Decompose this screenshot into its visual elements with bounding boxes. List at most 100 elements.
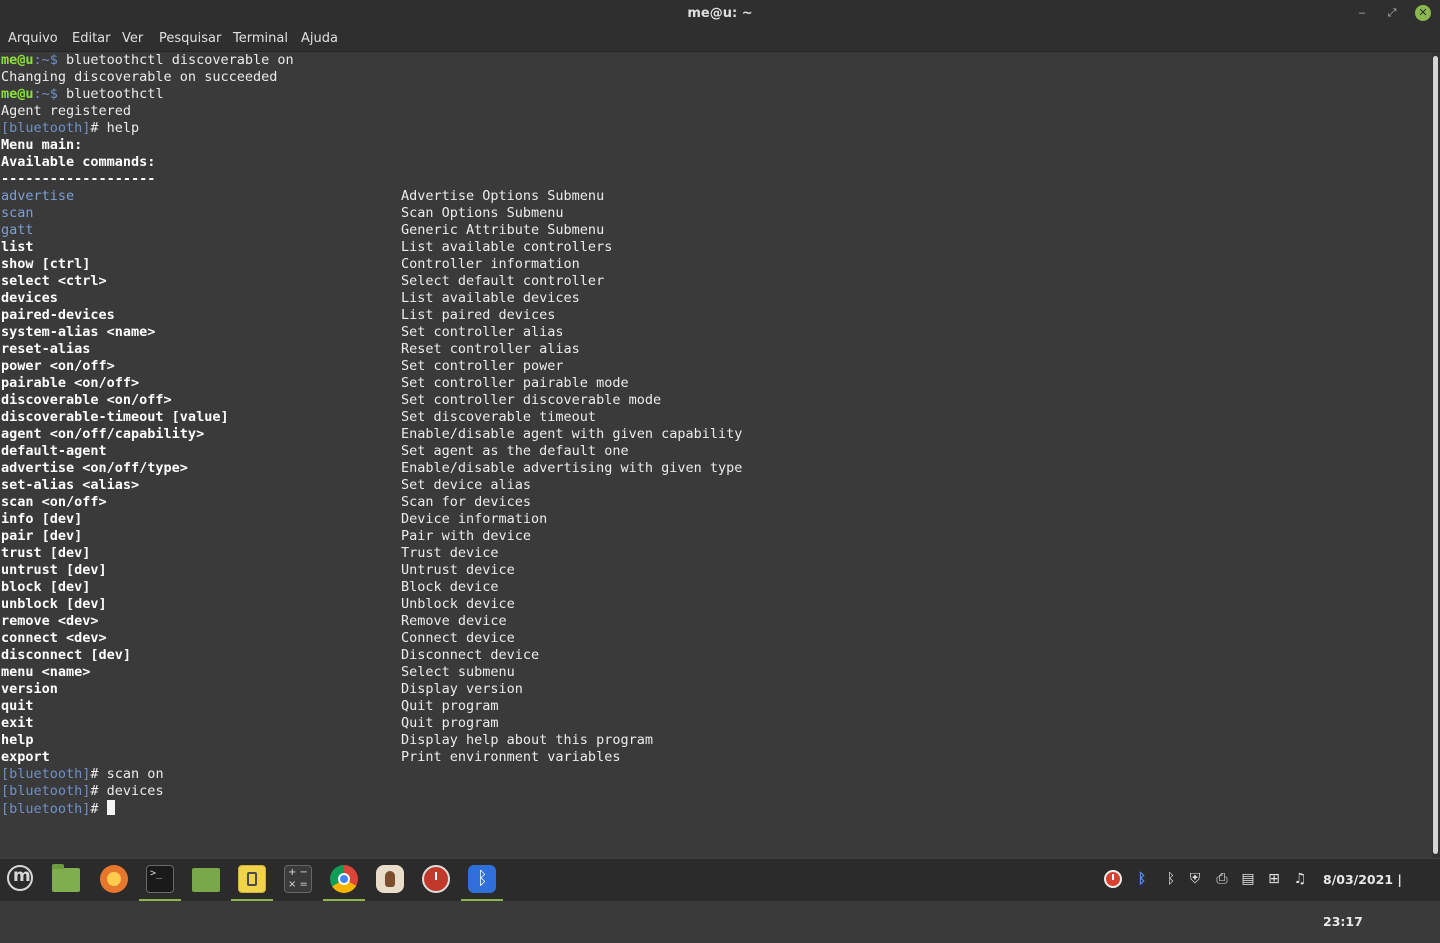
taskbar-clock[interactable]: 8/03/2021 | 23:17 (1323, 859, 1440, 929)
menu-pesquisar[interactable]: Pesquisar (159, 27, 221, 51)
tray-bluetooth[interactable]: ᛒ (1160, 859, 1182, 901)
printer-icon: ⎙ (1216, 871, 1228, 887)
command-name: power <on/off> (1, 358, 115, 374)
title-bar: me@u: ~ ‒ ⤢ ✕ (0, 0, 1440, 27)
chrome-icon (330, 865, 358, 893)
command-description: Pair with device (401, 528, 532, 544)
terminal-line[interactable]: [bluetooth]# (1, 800, 115, 817)
command-text: bluetoothctl discoverable on (57, 52, 294, 68)
command-text: bluetoothctl (57, 86, 164, 102)
command-description: Set controller power (401, 358, 564, 374)
calculator-icon (284, 865, 312, 893)
command-text: devices (106, 783, 164, 799)
command-description: Disconnect device (401, 647, 540, 663)
command-description: Set controller pairable mode (401, 375, 629, 391)
menu-arquivo[interactable]: Arquivo (8, 27, 58, 51)
menu-terminal[interactable]: Terminal (233, 27, 288, 51)
command-description: Block device (401, 579, 499, 595)
terminal-scrollbar[interactable] (1432, 52, 1440, 858)
command-name: show [ctrl] (1, 256, 91, 272)
menu-editar[interactable]: Editar (72, 27, 111, 51)
alarm-clock-icon (422, 865, 450, 893)
menu-ver[interactable]: Ver (122, 27, 143, 51)
command-description: Reset controller alias (401, 341, 580, 357)
command-description: Connect device (401, 630, 515, 646)
maximize-icon[interactable]: ⤢ (1384, 5, 1400, 21)
tray-network[interactable]: ⊞ (1263, 859, 1285, 901)
menu-bar: Arquivo Editar Ver Pesquisar Terminal Aj… (0, 27, 1440, 52)
command-description: Set agent as the default one (401, 443, 629, 459)
command-description: Set controller discoverable mode (401, 392, 662, 408)
command-name: exit (1, 715, 34, 731)
command-name: quit (1, 698, 34, 714)
scrollbar-thumb[interactable] (1433, 56, 1438, 854)
tray-document[interactable]: ▤ (1237, 859, 1259, 901)
prompt-path: :~$ (33, 86, 58, 102)
notes-launcher[interactable] (231, 859, 273, 901)
tray-sound[interactable]: ♫ (1289, 859, 1311, 901)
command-description: Unblock device (401, 596, 515, 612)
clock-applet-icon (1104, 870, 1122, 888)
command-name: advertise <on/off/type> (1, 460, 188, 476)
terminal-line: Changing discoverable on succeeded (1, 69, 278, 85)
terminal-output[interactable]: me@u:~$ bluetoothctl discoverable on Cha… (0, 52, 1432, 858)
prompt-user: me@u (1, 52, 34, 68)
command-name: list (1, 239, 34, 255)
alarm-clock-launcher[interactable] (415, 859, 457, 901)
command-name: discoverable <on/off> (1, 392, 172, 408)
bluetooth-prompt: [bluetooth] (1, 783, 91, 799)
command-name: info [dev] (1, 511, 83, 527)
command-description: Quit program (401, 715, 499, 731)
firefox-launcher[interactable] (93, 859, 135, 901)
minimize-icon[interactable]: ‒ (1354, 5, 1370, 21)
command-description: Scan Options Submenu (401, 205, 564, 221)
prompt-path: :~$ (33, 52, 58, 68)
bluetooth-tray-icon: ᛒ (1137, 871, 1147, 887)
terminal-line: ------------------- (1, 171, 156, 187)
terminal-line: [bluetooth]# help (1, 120, 139, 137)
command-name: system-alias <name> (1, 324, 156, 340)
terminal-line: Menu main: (1, 137, 83, 153)
hand-app-launcher[interactable] (369, 859, 411, 901)
command-name: agent <on/off/capability> (1, 426, 205, 442)
command-description: Set device alias (401, 477, 532, 493)
hand-app-icon (376, 865, 404, 893)
command-name: advertise (1, 188, 75, 204)
command-name: pair [dev] (1, 528, 83, 544)
command-description: List available controllers (401, 239, 613, 255)
text-cursor (106, 800, 115, 815)
tray-printer[interactable]: ⎙ (1211, 859, 1233, 901)
tray-shield[interactable]: ⛨ (1184, 859, 1206, 901)
command-description: Untrust device (401, 562, 515, 578)
command-name: trust [dev] (1, 545, 91, 561)
close-icon[interactable]: ✕ (1415, 5, 1431, 21)
terminal-line: me@u:~$ bluetoothctl (1, 86, 164, 103)
command-description: List available devices (401, 290, 580, 306)
terminal-launcher[interactable] (139, 859, 181, 901)
bluetooth-prompt: [bluetooth] (1, 801, 91, 817)
prompt-hash: # (90, 766, 107, 782)
terminal-line: me@u:~$ bluetoothctl discoverable on (1, 52, 294, 69)
prompt-user: me@u (1, 86, 34, 102)
chrome-launcher[interactable] (323, 859, 365, 901)
mint-menu-button[interactable] (0, 859, 42, 901)
tray-clock-applet[interactable] (1102, 859, 1124, 901)
command-description: Quit program (401, 698, 499, 714)
command-text: scan on (106, 766, 164, 782)
command-name: pairable <on/off> (1, 375, 140, 391)
command-name: select <ctrl> (1, 273, 107, 289)
menu-ajuda[interactable]: Ajuda (301, 27, 338, 51)
mint-menu-icon (7, 865, 33, 891)
show-desktop-folder-icon (52, 864, 80, 892)
bluetooth-icon: ᛒ (1166, 871, 1176, 887)
command-description: Generic Attribute Submenu (401, 222, 605, 238)
command-name: menu <name> (1, 664, 91, 680)
bluetooth-app-icon (468, 865, 496, 893)
command-description: Scan for devices (401, 494, 532, 510)
tray-bluetooth-blue[interactable]: ᛒ (1131, 859, 1153, 901)
calculator-launcher[interactable] (277, 859, 319, 901)
files-launcher[interactable] (185, 859, 227, 901)
shield-icon: ⛨ (1189, 871, 1201, 887)
bluetooth-app-launcher[interactable] (461, 859, 503, 901)
show-desktop-button[interactable] (45, 859, 87, 901)
